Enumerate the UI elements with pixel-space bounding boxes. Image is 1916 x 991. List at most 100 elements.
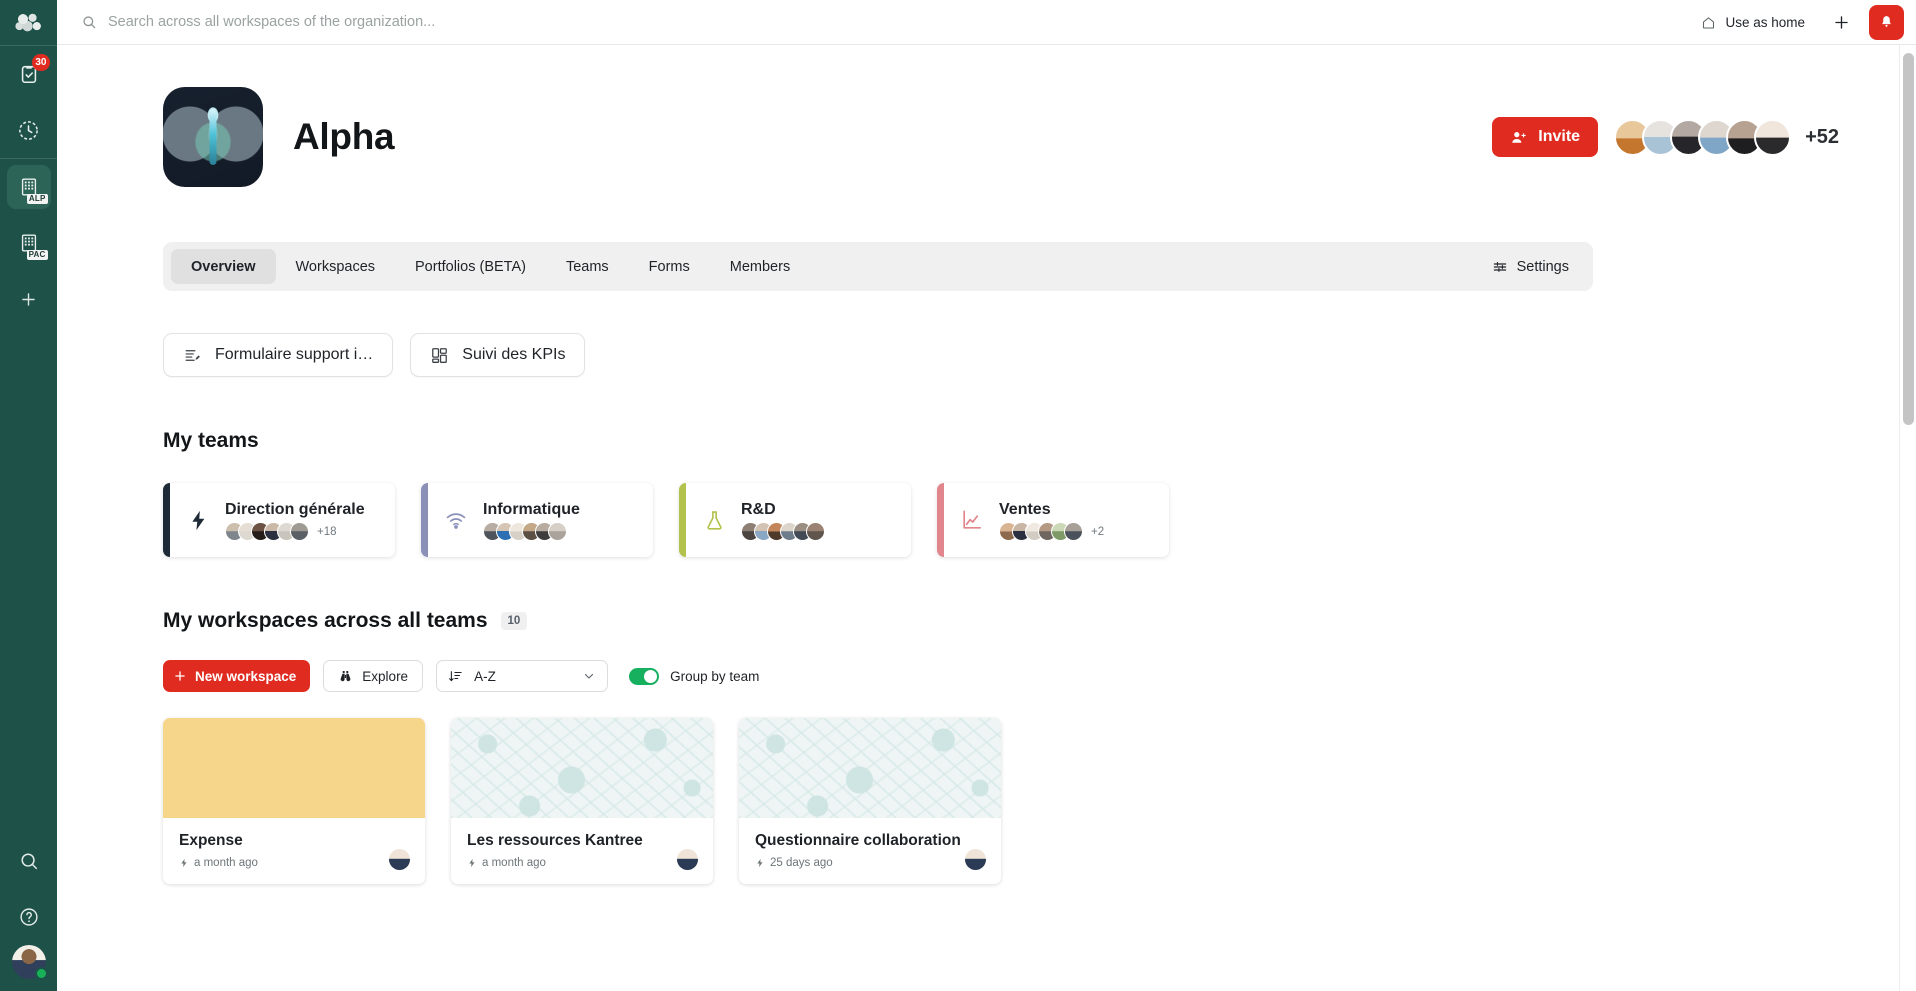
team-name: R&D <box>741 500 776 518</box>
tab-teams[interactable]: Teams <box>546 249 629 284</box>
my-teams-heading: My teams <box>163 429 1899 453</box>
team-card-informatique[interactable]: Informatique <box>421 483 653 557</box>
sidebar-item-recent[interactable] <box>7 108 51 152</box>
scrollbar-thumb[interactable] <box>1903 53 1914 425</box>
global-search[interactable] <box>57 14 1687 30</box>
avatar[interactable] <box>1754 118 1792 156</box>
workspace-name: Expense <box>179 832 243 849</box>
use-as-home-button[interactable]: Use as home <box>1687 0 1819 45</box>
sidebar-item-tasks[interactable]: 30 <box>7 52 51 96</box>
tab-portfolios[interactable]: Portfolios (BETA) <box>395 249 546 284</box>
workspaces-grid: Expense a month ago Les ressources Kantr… <box>163 718 1899 884</box>
avatar[interactable] <box>965 849 986 870</box>
team-card-direction-generale[interactable]: Direction générale +18 <box>163 483 395 557</box>
workspace-card-les-ressources-kantree[interactable]: Les ressources Kantree a month ago <box>451 718 713 884</box>
online-status-dot <box>34 967 48 980</box>
shortcut-formulaire-support[interactable]: Formulaire support i… <box>163 333 394 377</box>
workspace-time-label: a month ago <box>482 857 546 869</box>
tab-members[interactable]: Members <box>710 249 810 284</box>
settings-button[interactable]: Settings <box>1476 249 1585 284</box>
main-column: Use as home <box>57 0 1916 991</box>
tab-forms[interactable]: Forms <box>629 249 710 284</box>
left-sidebar: 30 ALP PAC <box>0 0 57 991</box>
sliders-icon <box>1492 259 1508 275</box>
question-circle-icon <box>18 906 40 928</box>
user-plus-icon <box>1510 129 1527 146</box>
tab-overview[interactable]: Overview <box>171 249 276 284</box>
sidebar-item-workspace-pac[interactable]: PAC <box>7 221 51 265</box>
bell-icon <box>1878 14 1895 31</box>
team-member-avatars[interactable]: +18 <box>225 522 365 542</box>
page-scroll-area: Alpha Invite +52 Overview Workspaces Por… <box>57 45 1916 991</box>
group-by-team-label: Group by team <box>670 668 760 684</box>
search-icon <box>81 14 97 30</box>
member-overflow-count[interactable]: +52 <box>1805 126 1839 149</box>
sidebar-logo[interactable] <box>0 0 57 45</box>
clock-icon <box>17 119 40 142</box>
avatar[interactable] <box>11 945 48 980</box>
form-icon <box>183 346 202 365</box>
binoculars-icon <box>338 669 353 684</box>
tasks-badge: 30 <box>32 54 50 71</box>
search-input[interactable] <box>108 14 668 30</box>
workspace-cover <box>451 718 713 818</box>
brand-logo-icon <box>13 9 44 36</box>
team-card-rd[interactable]: R&D <box>679 483 911 557</box>
new-workspace-button[interactable]: New workspace <box>163 660 311 692</box>
team-member-avatars[interactable] <box>483 522 580 542</box>
chevron-down-icon <box>582 669 596 683</box>
workspace-name: Les ressources Kantree <box>467 832 643 849</box>
group-by-team-toggle[interactable]: Group by team <box>629 667 760 685</box>
tab-workspaces[interactable]: Workspaces <box>276 249 396 284</box>
avatar <box>548 522 567 542</box>
shortcut-suivi-kpis[interactable]: Suivi des KPIs <box>410 333 586 377</box>
team-member-avatars[interactable] <box>741 522 833 542</box>
add-button[interactable] <box>1819 0 1863 45</box>
sort-select[interactable]: A-Z <box>436 660 609 692</box>
team-member-overflow: +18 <box>317 525 337 538</box>
member-avatar-stack[interactable] <box>1614 118 1792 156</box>
my-workspaces-title: My workspaces across all teams <box>163 609 488 632</box>
workspace-card-questionnaire-collaboration[interactable]: Questionnaire collaboration 25 days ago <box>739 718 1001 884</box>
workspace-card-expense[interactable]: Expense a month ago <box>163 718 425 884</box>
page-content: Alpha Invite +52 Overview Workspaces Por… <box>57 45 1899 991</box>
bolt-icon <box>184 509 212 532</box>
avatar <box>290 522 309 542</box>
team-color-bar <box>937 483 944 557</box>
bolt-icon <box>467 858 477 868</box>
sidebar-item-search[interactable] <box>7 839 51 883</box>
team-member-avatars[interactable]: +2 <box>999 522 1105 542</box>
home-icon <box>1701 15 1716 30</box>
my-teams-title: My teams <box>163 429 259 452</box>
avatar <box>806 522 825 542</box>
team-card-ventes[interactable]: Ventes +2 <box>937 483 1169 557</box>
my-workspaces-heading: My workspaces across all teams 10 <box>163 609 1899 633</box>
invite-label: Invite <box>1538 128 1581 145</box>
vertical-scrollbar[interactable] <box>1899 45 1916 991</box>
avatar[interactable] <box>677 849 698 870</box>
workspace-time-label: 25 days ago <box>770 857 833 869</box>
workspace-code-alp: ALP <box>26 194 48 204</box>
shortcut-chips: Formulaire support i… Suivi des KPIs <box>163 333 1899 377</box>
avatar[interactable] <box>389 849 410 870</box>
dashboard-icon <box>430 346 449 365</box>
notifications-button[interactable] <box>1869 4 1904 40</box>
use-as-home-label: Use as home <box>1725 14 1805 30</box>
toggle-switch[interactable] <box>629 667 660 685</box>
sidebar-item-add[interactable] <box>7 277 51 321</box>
top-bar-actions: Use as home <box>1687 0 1916 45</box>
sidebar-item-workspace-alp[interactable]: ALP <box>6 165 51 209</box>
team-color-bar <box>163 483 170 557</box>
shortcut-label: Suivi des KPIs <box>462 346 566 363</box>
team-name: Ventes <box>999 500 1051 518</box>
tab-bar: Overview Workspaces Portfolios (BETA) Te… <box>163 242 1593 291</box>
sidebar-divider-2 <box>0 158 57 159</box>
sort-value: A-Z <box>474 668 496 684</box>
sidebar-item-help[interactable] <box>7 895 51 939</box>
invite-button[interactable]: Invite <box>1492 117 1599 157</box>
teams-list: Direction générale +18 Informatique R&D … <box>163 483 1899 557</box>
settings-label: Settings <box>1516 258 1569 275</box>
team-color-bar <box>679 483 686 557</box>
explore-button[interactable]: Explore <box>323 660 424 692</box>
team-member-overflow: +2 <box>1091 525 1105 538</box>
